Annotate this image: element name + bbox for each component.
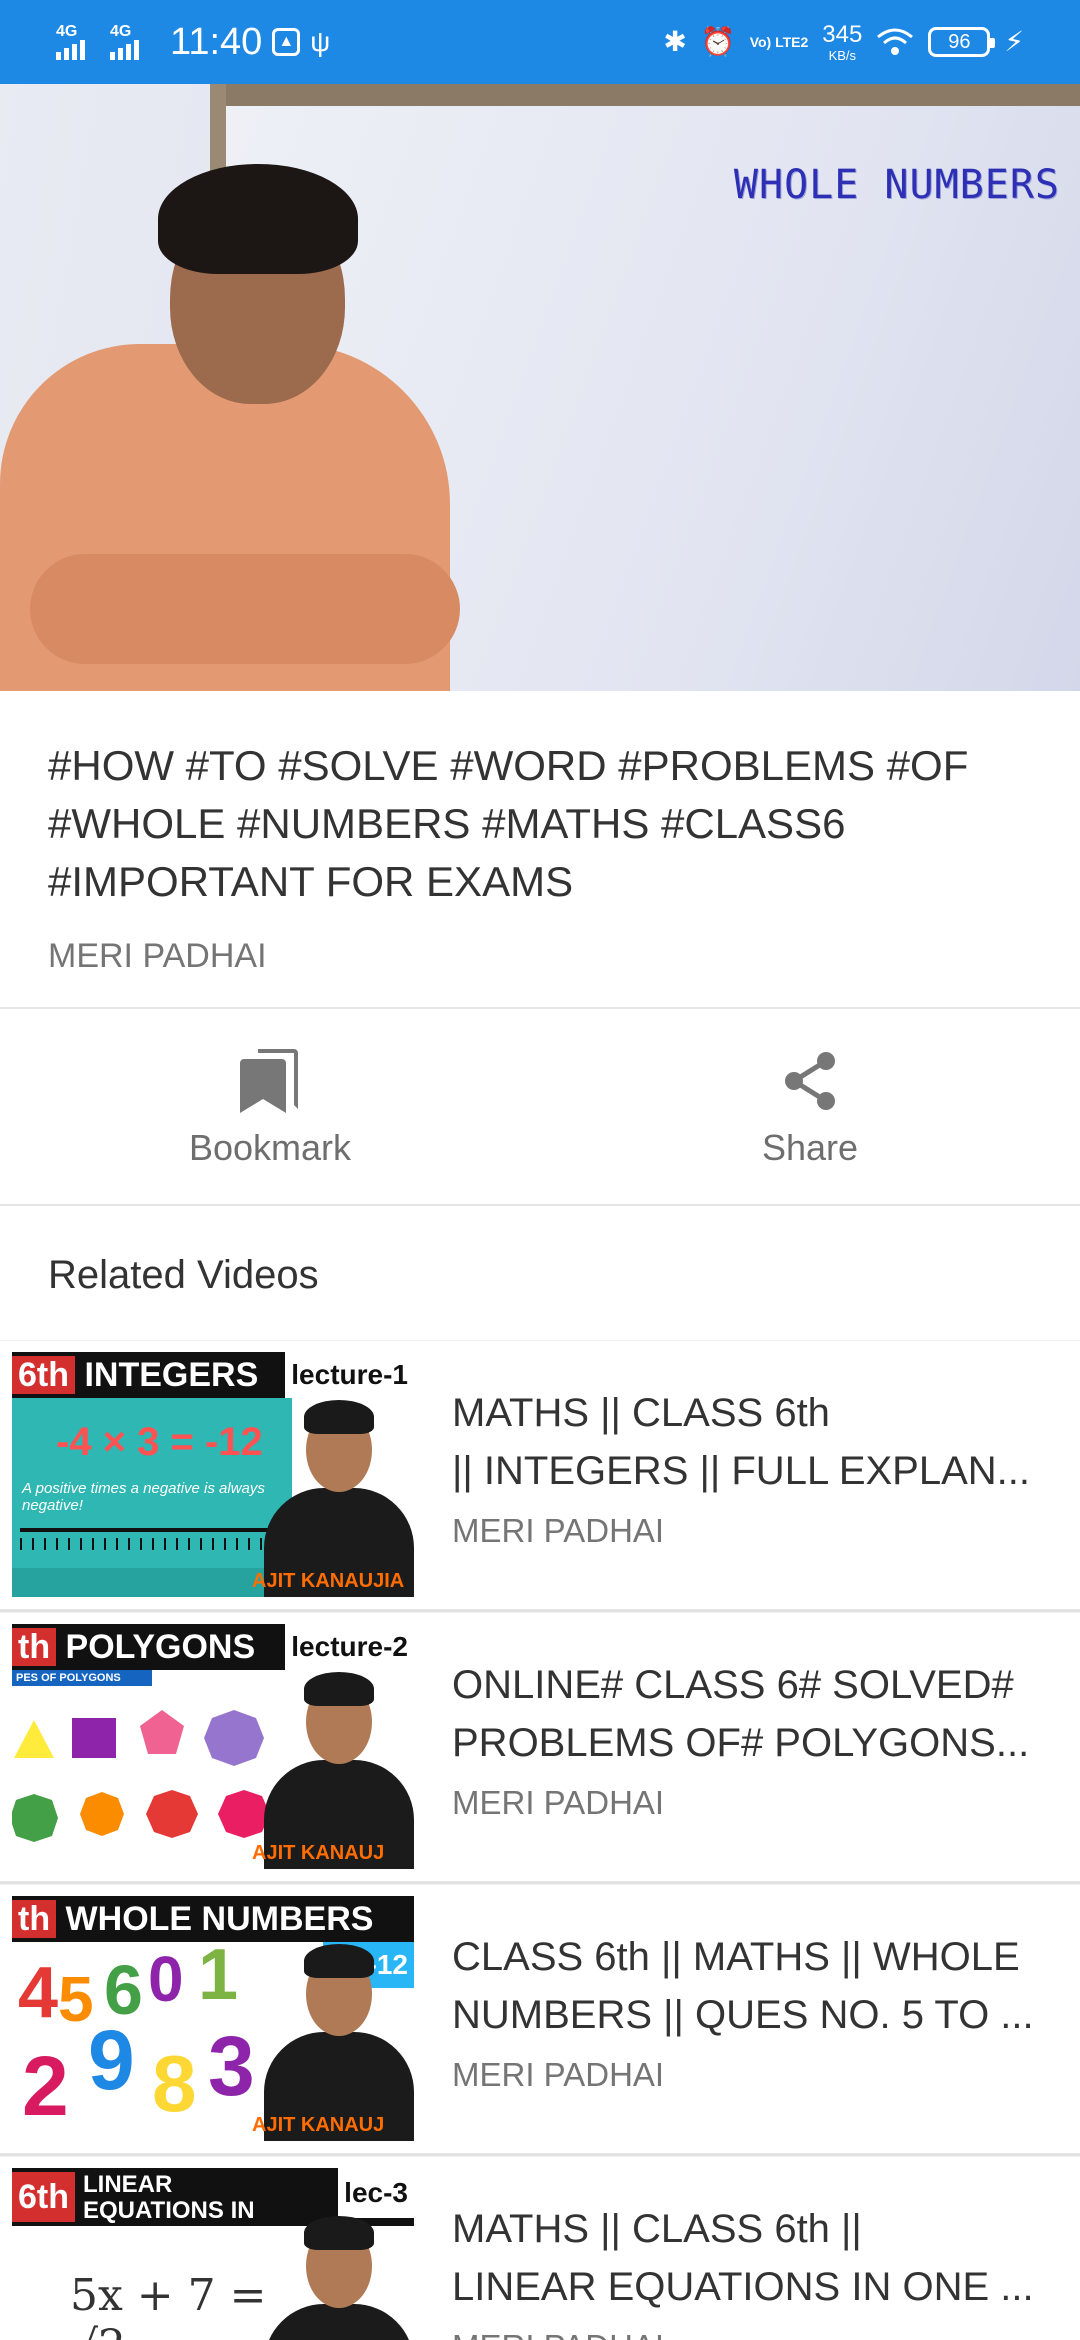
video-thumbnail: th POLYGONS lecture-2 PES OF POLYGONS AJI… (12, 1624, 414, 1869)
wifi-icon (876, 27, 914, 57)
bookmark-icon (240, 1048, 298, 1113)
signal-icon: 4G (56, 22, 100, 62)
share-label: Share (761, 1126, 859, 1168)
related-video-title: MATHS || CLASS 6th || INTEGERS || FULL E… (452, 1391, 1031, 1493)
related-video-title: CLASS 6th || MATHS || WHOLE NUMBERS || Q… (452, 1935, 1034, 2037)
related-videos-heading: Related Videos (48, 1253, 319, 1297)
video-overlay-title: WHOLE NUMBERS (733, 162, 1060, 208)
related-video-channel: MERI PADHAI (452, 2056, 665, 2093)
notification-app-icon: ▲ (272, 28, 301, 56)
video-title: #HOW #TO #SOLVE #WORD #PROBLEMS #OF #WHO… (48, 742, 969, 905)
bookmark-label: Bookmark (188, 1126, 352, 1168)
presenter (0, 164, 460, 691)
related-video-title: ONLINE# CLASS 6# SOLVED# PROBLEMS OF# PO… (452, 1663, 1030, 1765)
action-bar: Bookmark Share (0, 1009, 1080, 1206)
video-thumbnail: th WHOLE NUMBERSlec-12 4 5 6 0 1 2 9 8 3… (12, 1896, 414, 2141)
network-speed: 345 KB/s (822, 20, 863, 63)
share-button[interactable]: Share (540, 1009, 1080, 1206)
related-video-item[interactable]: th POLYGONS lecture-2 PES OF POLYGONS AJI… (0, 1612, 1080, 1884)
related-video-channel: MERI PADHAI (452, 1784, 665, 1821)
related-video-item[interactable]: 6th INTEGERS lecture-1 -4 × 3 = -12 A pos… (0, 1340, 1080, 1612)
charging-icon: ⚡ (1004, 26, 1024, 57)
bookmark-button[interactable]: Bookmark (0, 1009, 540, 1206)
video-details: #HOW #TO #SOLVE #WORD #PROBLEMS #OF #WHO… (0, 691, 1080, 1009)
video-player[interactable]: WHOLE NUMBERS (0, 84, 1080, 691)
related-video-item[interactable]: 6thLINEAR EQUATIONS IN ONE VARIABLElec-3… (0, 2156, 1080, 2340)
alarm-icon: ⏰ (700, 26, 736, 57)
related-video-channel: MERI PADHAI (452, 1512, 665, 1549)
video-thumbnail: 6thLINEAR EQUATIONS IN ONE VARIABLElec-3… (12, 2168, 414, 2340)
related-videos-list: 6th INTEGERS lecture-1 -4 × 3 = -12 A pos… (0, 1340, 1080, 2340)
channel-name[interactable]: MERI PADHAI (48, 937, 267, 976)
volte-indicator: Vo) LTE2 (749, 33, 809, 50)
clock: 11:40 (170, 21, 263, 63)
related-video-channel: MERI PADHAI (452, 2328, 664, 2340)
related-video-title: MATHS || CLASS 6th || LINEAR EQUATIONS I… (452, 2207, 1034, 2309)
bluetooth-icon: ✱ (663, 26, 687, 57)
share-icon (785, 1051, 835, 1110)
status-bar: 4G 4G 11:40 ▲ ψ ✱ ⏰ Vo) LTE2 345 KB/s 96… (0, 0, 1080, 84)
video-thumbnail: 6th INTEGERS lecture-1 -4 × 3 = -12 A pos… (12, 1352, 414, 1597)
signal-icon: 4G (110, 22, 154, 62)
usb-icon: ψ (310, 26, 331, 57)
battery-icon: 96 (928, 27, 996, 57)
related-video-item[interactable]: th WHOLE NUMBERSlec-12 4 5 6 0 1 2 9 8 3… (0, 1884, 1080, 2156)
